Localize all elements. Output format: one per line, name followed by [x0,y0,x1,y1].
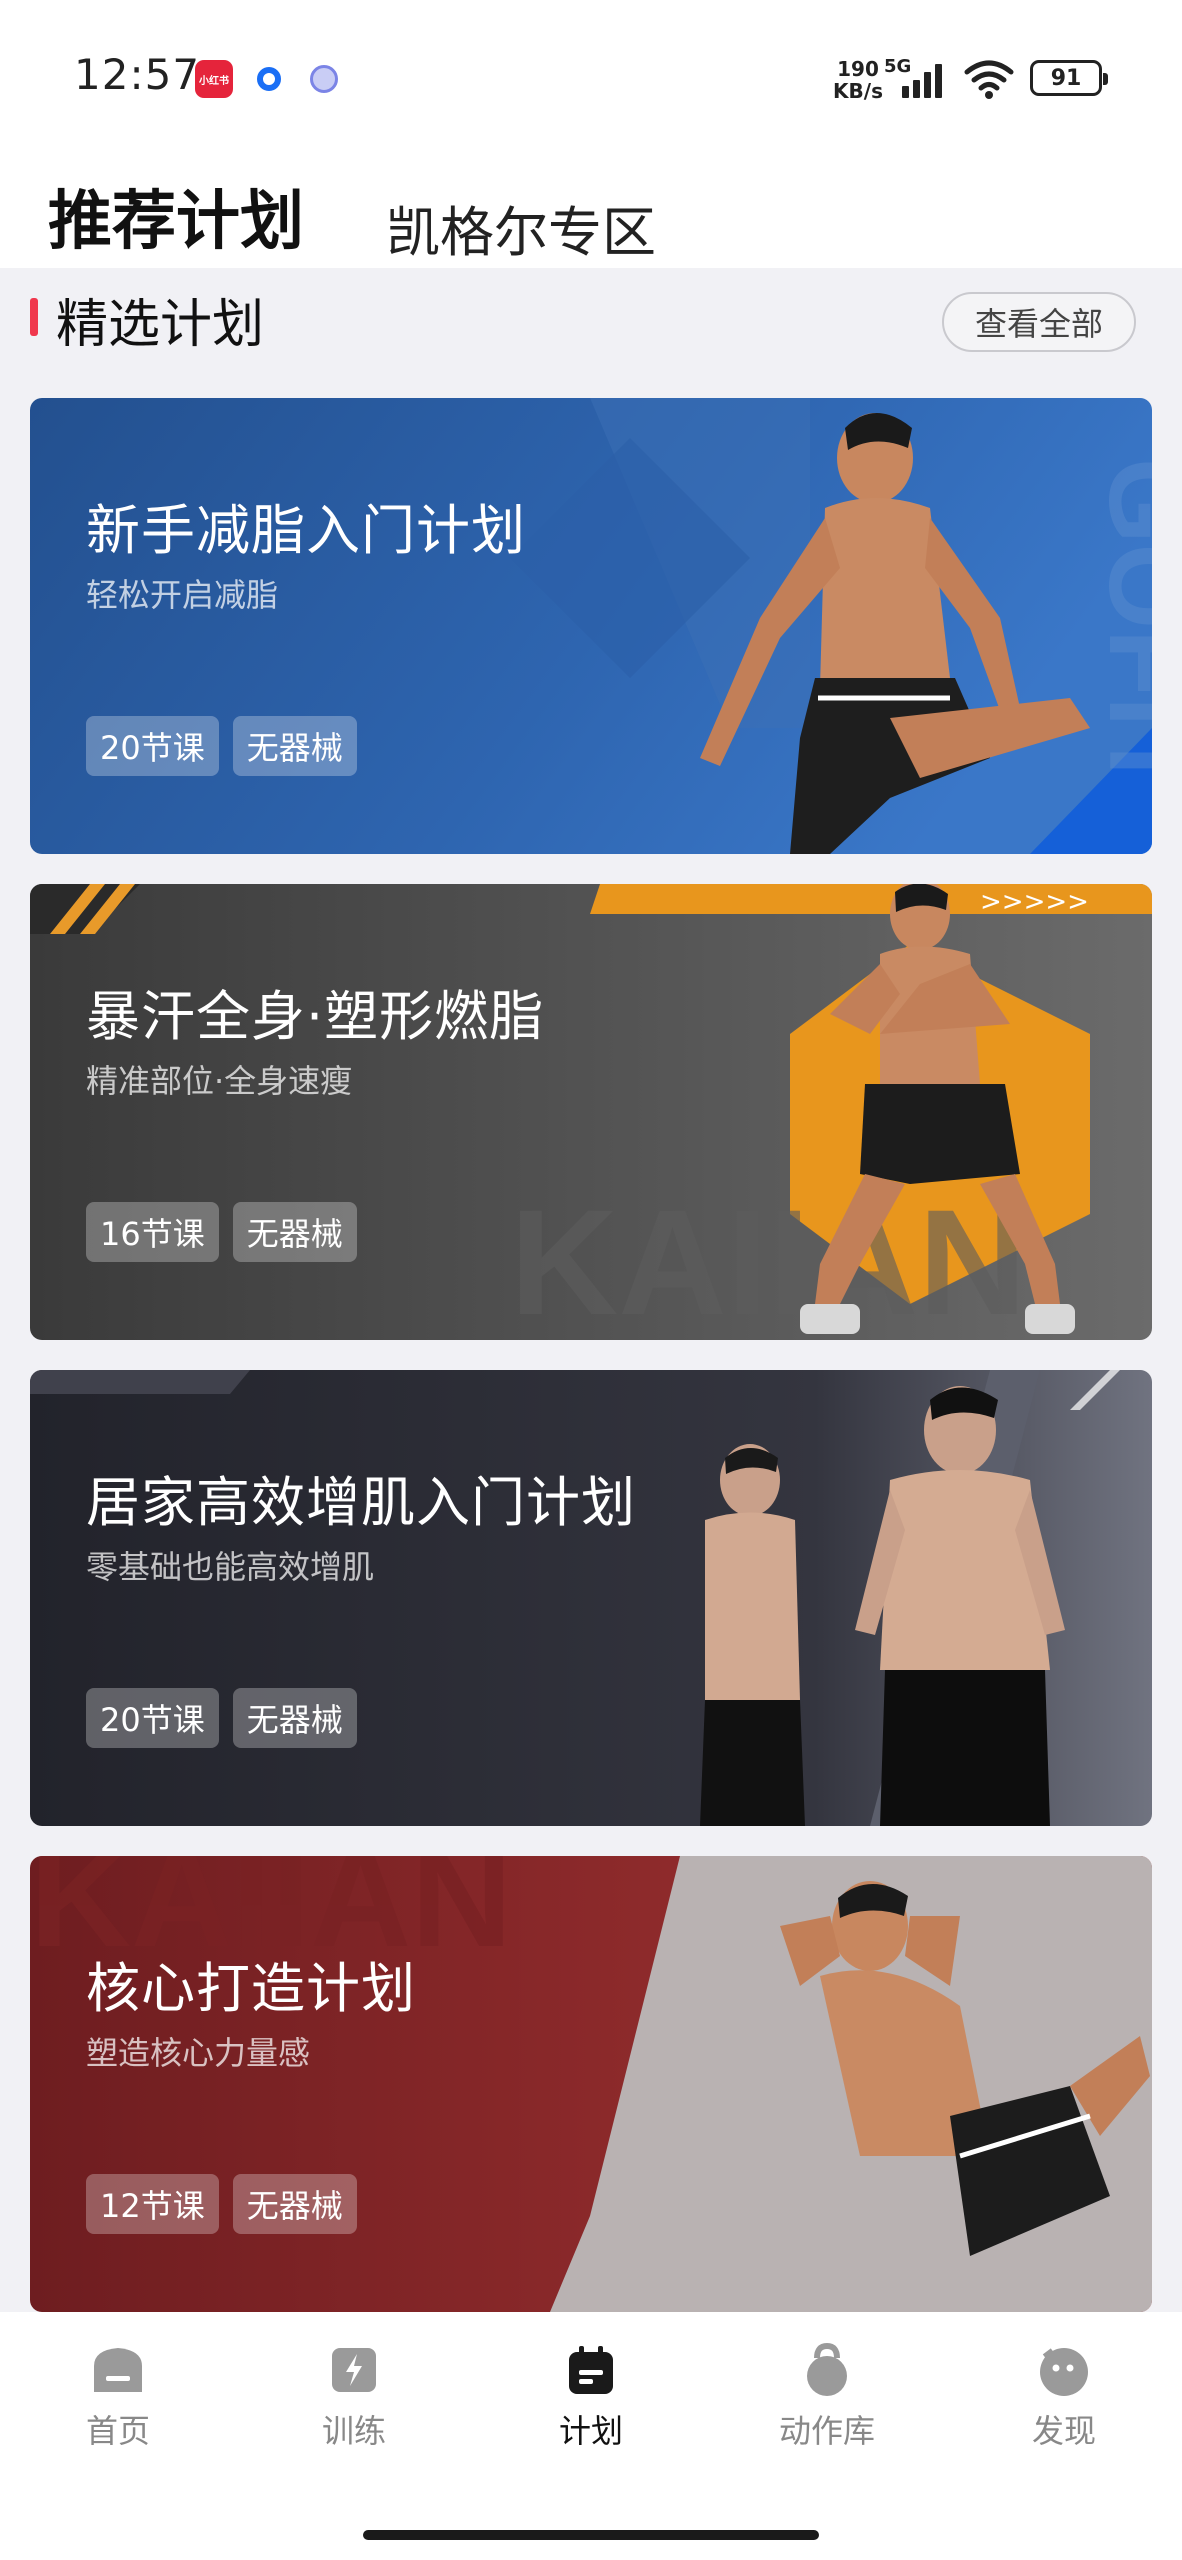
section-accent-bar [30,298,38,336]
equipment-tag: 无器械 [232,2174,357,2234]
card-subtitle: 精准部位·全身速瘦 [86,1062,353,1100]
athlete-image [800,884,1075,1334]
athlete-image [700,413,1090,854]
training-icon [332,2348,376,2392]
notification-dot-icon [305,60,343,98]
signal-strength-icon [902,60,952,98]
network-speed-unit: KB/s [833,79,883,103]
nav-item-plan[interactable]: 计划 [511,2342,671,2472]
card-title: 新手减脂入门计划 [86,499,526,562]
tab-kegel-zone[interactable]: 凯格尔专区 [386,188,656,267]
card-tags: 16节课 无器械 [86,1202,357,1262]
wifi-icon [964,60,1014,99]
nav-label: 动作库 [778,2412,875,2450]
nav-label: 首页 [85,2412,150,2450]
nav-label: 训练 [321,2412,386,2450]
plan-card-home-muscle-gain[interactable]: 居家高效增肌入门计划 零基础也能高效增肌 20节课 无器械 [30,1370,1152,1826]
nav-item-home[interactable]: 首页 [38,2342,198,2472]
battery-indicator: 91 [1030,60,1108,96]
nav-label: 发现 [1031,2412,1096,2450]
equipment-tag: 无器械 [232,1202,357,1262]
header-tabs: 推荐计划 凯格尔专区 [0,150,1182,268]
equipment-tag: 无器械 [232,1688,357,1748]
section-title: 精选计划 [56,295,265,355]
card-tags: 20节课 无器械 [86,1688,357,1748]
lesson-count-tag: 20节课 [86,716,219,776]
card-subtitle: 塑造核心力量感 [86,2034,311,2072]
section-header: 精选计划 查看全部 [0,268,1182,378]
equipment-tag: 无器械 [232,716,357,776]
lesson-count-tag: 20节课 [86,1688,219,1748]
network-speed: 190 KB/s [828,58,888,102]
athlete-image [780,1881,1150,2256]
card-subtitle: 零基础也能高效增肌 [86,1548,375,1586]
tab-recommended-plans[interactable]: 推荐计划 [48,170,304,262]
plan-card-core-building[interactable]: KAIIAN 核心打造计划 塑造核心力量感 12节课 无器械 [30,1856,1152,2312]
xiaohongshu-app-icon: 小红书 [195,60,233,98]
status-bar: 12:57 小红书 190 KB/s 5G 91 [0,0,1182,150]
plan-card-full-body-burn[interactable]: KAIIAN >>>>> 暴汗全身·塑形燃脂 精准部位·全身速瘦 16节课 无器… [30,884,1152,1340]
card-title: 核心打造计划 [86,1957,416,2020]
home-icon [94,2348,142,2392]
plan-icon [569,2346,613,2394]
card-title: 暴汗全身·塑形燃脂 [86,985,545,1048]
notification-app-icon [250,60,288,98]
plan-content[interactable]: 精选计划 查看全部 GOFIT 新手减脂入门计划 轻松开启减脂 20节课 无器械… [0,268,1182,2312]
kettlebell-icon [807,2342,847,2396]
lesson-count-tag: 16节课 [86,1202,219,1262]
lesson-count-tag: 12节课 [86,2174,219,2234]
network-speed-value: 190 [837,57,879,81]
plan-card-beginner-fat-loss[interactable]: GOFIT 新手减脂入门计划 轻松开启减脂 20节课 无器械 [30,398,1152,854]
nav-label: 计划 [558,2412,623,2450]
view-all-button[interactable]: 查看全部 [942,292,1136,352]
discover-icon [1040,2348,1088,2396]
card-title: 居家高效增肌入门计划 [86,1471,636,1534]
nav-item-training[interactable]: 训练 [274,2342,434,2472]
card-tags: 20节课 无器械 [86,716,357,776]
athletes-image [700,1386,1065,1826]
card-tags: 12节课 无器械 [86,2174,357,2234]
status-time: 12:57 [74,50,201,99]
home-indicator[interactable] [363,2530,819,2540]
bottom-navigation: 首页 训练 计划 动作库 发现 [0,2312,1182,2560]
nav-item-discover[interactable]: 发现 [984,2342,1144,2472]
card-subtitle: 轻松开启减脂 [86,576,279,614]
nav-item-exercise-library[interactable]: 动作库 [747,2342,907,2472]
